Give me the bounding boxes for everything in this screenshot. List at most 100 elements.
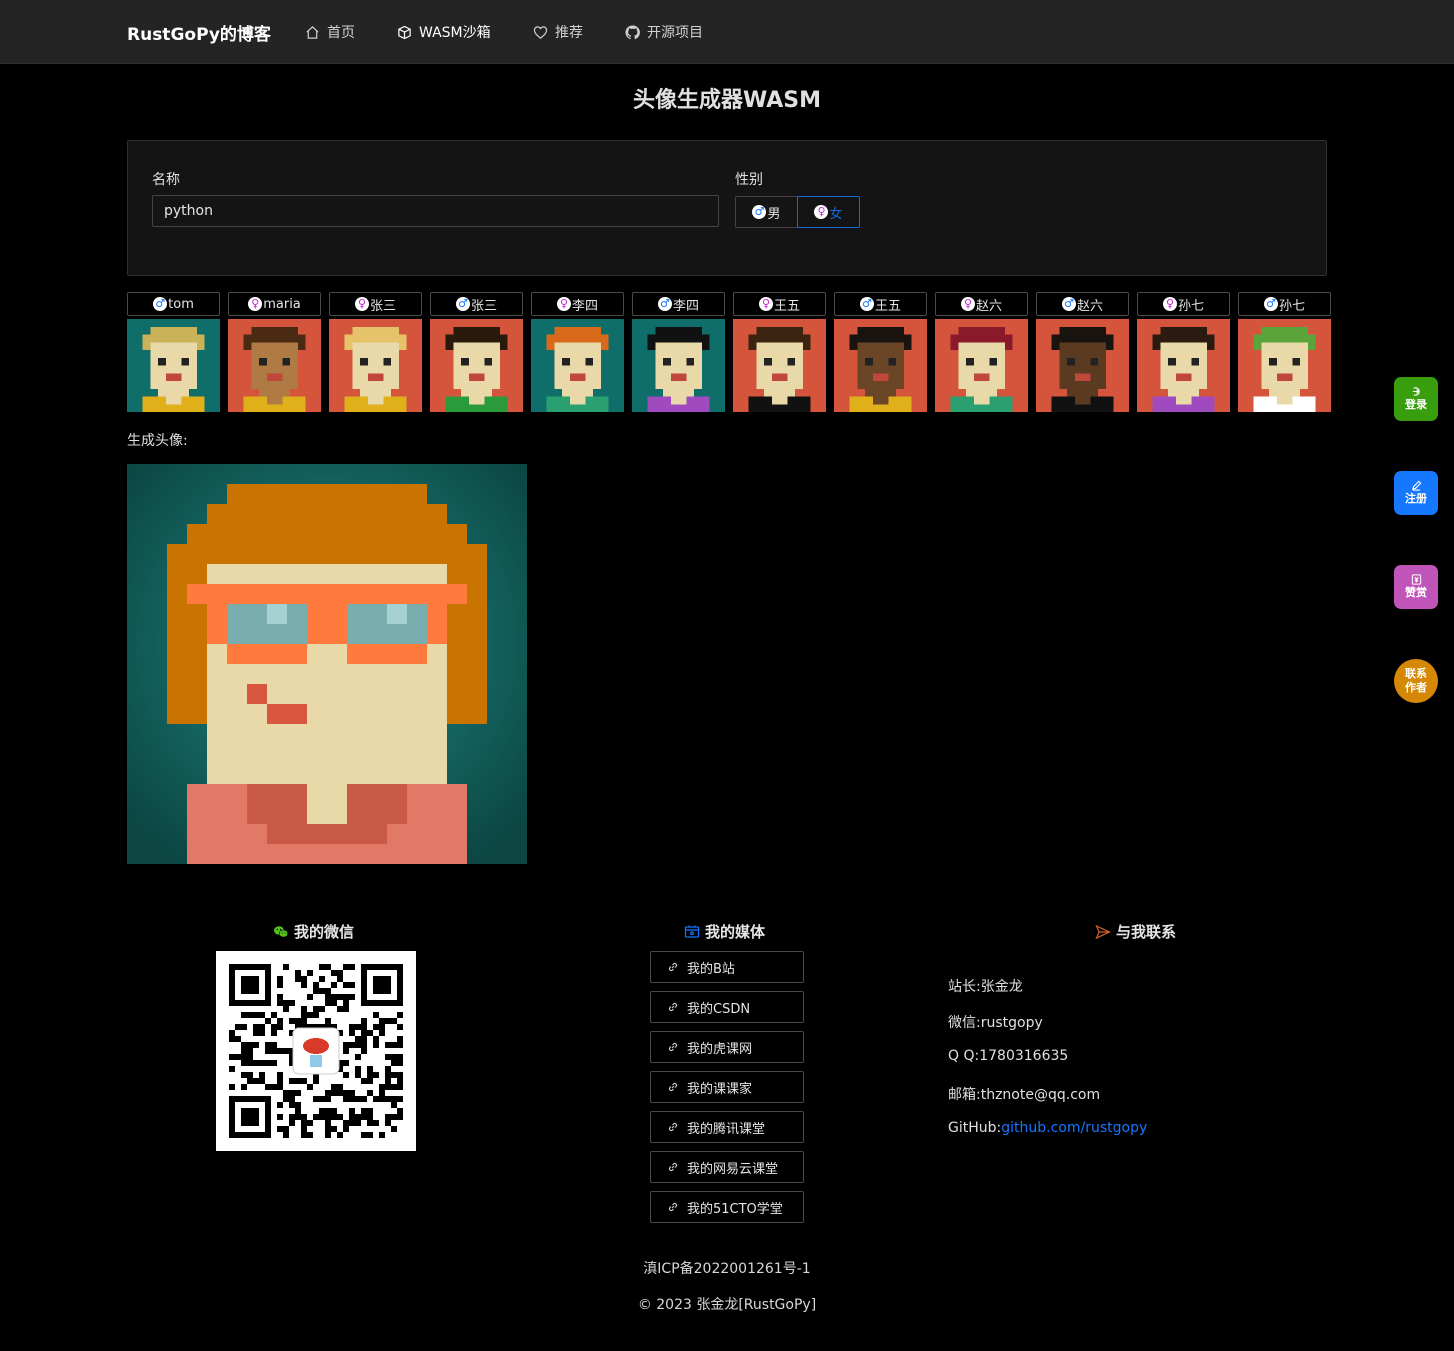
nav-item-label: 推荐 xyxy=(555,25,583,41)
contact-author-float-button[interactable]: 联系 作者 xyxy=(1394,659,1438,703)
preset-name-tag[interactable]: ♂ 赵六 xyxy=(1036,292,1129,316)
preset-name-label: 王五 xyxy=(773,298,800,314)
preset-avatar-image[interactable] xyxy=(531,319,624,412)
preset-name-tag[interactable]: ♂ 王五 xyxy=(834,292,927,316)
preset-avatar-list: ♂ tom ♀ maria ♀ 张三 ♂ 张三 ♀ 李四 ♂ 李四 ♀ 王五 ♂ 王五 ♀ 赵六 ♂ 赵六 ♀ 孙七 ♂ 孙七 xyxy=(127,292,1331,412)
media-link-button[interactable]: 我的51CTO学堂 xyxy=(650,1191,804,1223)
wechat-title: 我的微信 xyxy=(294,923,355,941)
link-icon xyxy=(668,962,678,972)
contact-email-value: thznote@qq.com xyxy=(980,1087,1101,1103)
media-link-button[interactable]: 我的CSDN xyxy=(650,991,804,1023)
nav-item-home[interactable]: 首页 xyxy=(305,22,355,42)
contact-author-label-line1: 联系 xyxy=(1405,667,1427,680)
site-brand[interactable]: RustGoPy的博客 xyxy=(127,20,271,45)
media-link-button[interactable]: 我的虎课网 xyxy=(650,1031,804,1063)
preset-avatar-image[interactable] xyxy=(228,319,321,412)
register-label: 注册 xyxy=(1405,492,1427,505)
preset-avatar-image[interactable] xyxy=(935,319,1028,412)
nav-item-recommend[interactable]: 推荐 xyxy=(533,22,583,42)
login-icon xyxy=(1412,387,1420,396)
link-icon xyxy=(668,1162,678,1172)
login-label: 登录 xyxy=(1405,398,1427,411)
page-title: 头像生成器WASM xyxy=(632,88,822,113)
male-symbol-icon: ♂ xyxy=(455,297,470,311)
contact-email: 邮箱:thznote@qq.com xyxy=(948,1084,1100,1104)
preset-avatar-image[interactable] xyxy=(1137,319,1230,412)
male-symbol-icon: ♂ xyxy=(1061,297,1076,311)
login-float-button[interactable]: 登录 xyxy=(1394,377,1438,421)
preset-avatar-item[interactable]: ♀ 赵六 xyxy=(935,292,1028,412)
preset-name-label: 王五 xyxy=(874,298,901,314)
preset-name-label: 张三 xyxy=(369,298,396,314)
gender-toggle: ♂ 男 ♀ 女 xyxy=(735,196,860,228)
media-icon xyxy=(684,925,700,938)
preset-avatar-image[interactable] xyxy=(1238,319,1331,412)
gender-female-button[interactable]: ♀ 女 xyxy=(797,196,860,228)
preset-name-tag[interactable]: ♂ tom xyxy=(127,292,220,316)
preset-name-tag[interactable]: ♂ 李四 xyxy=(632,292,725,316)
preset-name-tag[interactable]: ♀ 赵六 xyxy=(935,292,1028,316)
contact-github: GitHub:github.com/rustgopy xyxy=(948,1120,1147,1136)
preset-avatar-image[interactable] xyxy=(1036,319,1129,412)
register-float-button[interactable]: 注册 xyxy=(1394,471,1438,515)
preset-name-tag[interactable]: ♂ 孙七 xyxy=(1238,292,1331,316)
preset-avatar-item[interactable]: ♂ 李四 xyxy=(632,292,725,412)
preset-avatar-image[interactable] xyxy=(632,319,725,412)
nav-item-wasm[interactable]: WASM沙箱 xyxy=(397,22,491,42)
preset-name-tag[interactable]: ♀ 李四 xyxy=(531,292,624,316)
female-symbol-icon: ♀ xyxy=(556,297,571,311)
preset-avatar-image[interactable] xyxy=(127,319,220,412)
preset-avatar-item[interactable]: ♀ 李四 xyxy=(531,292,624,412)
preset-avatar-image[interactable] xyxy=(733,319,826,412)
contact-wechat-label: 微信: xyxy=(948,1015,981,1031)
preset-avatar-item[interactable]: ♂ 赵六 xyxy=(1036,292,1129,412)
preset-avatar-item[interactable]: ♀ 孙七 xyxy=(1137,292,1230,412)
name-label: 名称 xyxy=(152,172,180,188)
nav-item-open-source[interactable]: 开源项目 xyxy=(625,22,703,42)
generated-avatar-image xyxy=(127,464,527,864)
link-icon xyxy=(668,1122,678,1132)
preset-name-tag[interactable]: ♀ maria xyxy=(228,292,321,316)
github-icon xyxy=(625,24,640,39)
contact-email-label: 邮箱: xyxy=(948,1087,981,1103)
preset-avatar-item[interactable]: ♂ 孙七 xyxy=(1238,292,1331,412)
preset-avatar-item[interactable]: ♂ tom xyxy=(127,292,220,412)
github-link[interactable]: github.com/rustgopy xyxy=(1001,1120,1147,1136)
female-symbol-icon: ♀ xyxy=(1162,297,1177,311)
preset-avatar-image[interactable] xyxy=(834,319,927,412)
preset-avatar-item[interactable]: ♂ 王五 xyxy=(834,292,927,412)
cube-icon xyxy=(398,25,411,39)
top-navbar: RustGoPy的博客 首页 WASM沙箱 推荐 开源项目 xyxy=(0,0,1454,64)
preset-name-tag[interactable]: ♀ 张三 xyxy=(329,292,422,316)
preset-name-tag[interactable]: ♂ 张三 xyxy=(430,292,523,316)
media-link-button[interactable]: 我的网易云课堂 xyxy=(650,1151,804,1183)
media-link-button[interactable]: 我的B站 xyxy=(650,951,804,983)
contact-owner: 站长:张金龙 xyxy=(948,976,1023,996)
preset-name-label: maria xyxy=(263,296,301,312)
send-icon xyxy=(1095,924,1111,939)
icp-record[interactable]: 滇ICP备2022001261号-1 xyxy=(0,1258,1454,1278)
preset-avatar-item[interactable]: ♀ 王五 xyxy=(733,292,826,412)
gender-male-button[interactable]: ♂ 男 xyxy=(735,196,798,228)
contact-qq: Q Q:1780316635 xyxy=(948,1048,1068,1064)
preset-avatar-image[interactable] xyxy=(430,319,523,412)
contact-owner-value: 张金龙 xyxy=(980,979,1023,995)
preset-avatar-item[interactable]: ♀ 张三 xyxy=(329,292,422,412)
preset-avatar-item[interactable]: ♂ 张三 xyxy=(430,292,523,412)
male-symbol-icon: ♂ xyxy=(1263,297,1278,311)
preset-avatar-image[interactable] xyxy=(329,319,422,412)
preset-avatar-item[interactable]: ♀ maria xyxy=(228,292,321,412)
media-link-label: 我的腾讯课堂 xyxy=(687,1121,766,1137)
name-input[interactable] xyxy=(152,195,719,227)
preset-name-tag[interactable]: ♀ 孙七 xyxy=(1137,292,1230,316)
media-link-label: 我的B站 xyxy=(687,961,735,977)
media-link-button[interactable]: 我的腾讯课堂 xyxy=(650,1111,804,1143)
media-link-button[interactable]: 我的课课家 xyxy=(650,1071,804,1103)
donate-label: 赞赏 xyxy=(1405,586,1427,599)
female-symbol-icon: ♀ xyxy=(960,297,975,311)
link-icon xyxy=(668,1202,678,1212)
contact-qq-value: 1780316635 xyxy=(979,1048,1069,1064)
donate-float-button[interactable]: 赞赏 xyxy=(1394,565,1438,609)
preset-name-tag[interactable]: ♀ 王五 xyxy=(733,292,826,316)
contact-wechat-value: rustgopy xyxy=(980,1015,1043,1031)
